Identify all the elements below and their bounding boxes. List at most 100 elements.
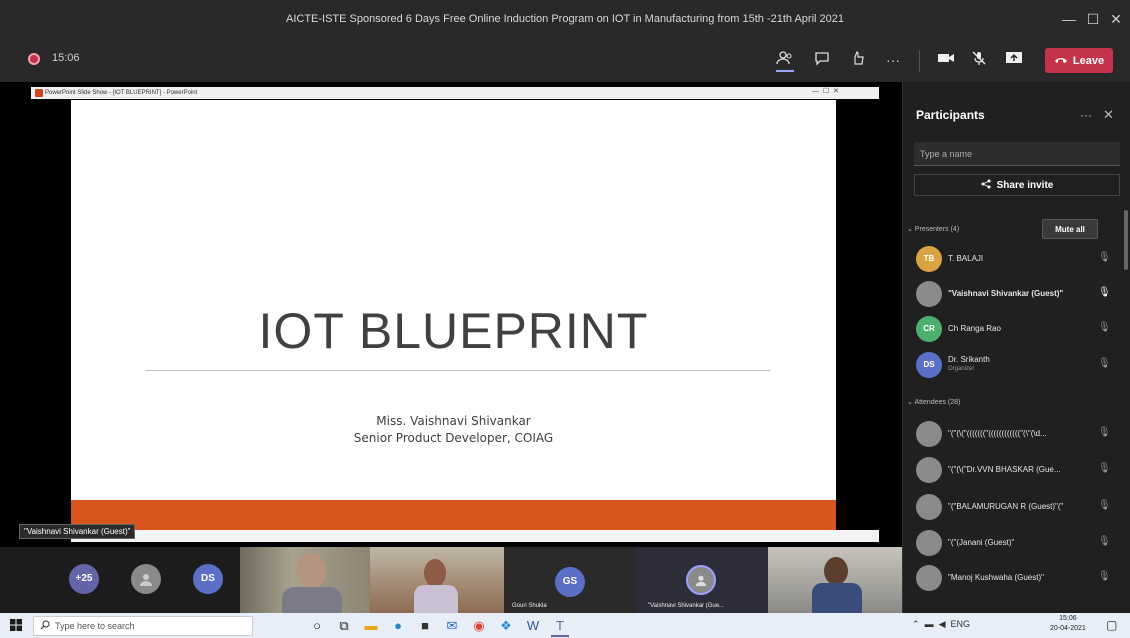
clock-time: 15:06 [1059, 615, 1077, 622]
attendees-header-label: Attendees (28) [914, 399, 961, 406]
maximize-button[interactable]: ☐ [1082, 8, 1104, 30]
edge-icon[interactable]: ● [389, 617, 407, 635]
taskbar-clock[interactable]: 15:06 20-04-2021 [1050, 614, 1086, 634]
avatar [916, 530, 942, 556]
chevron-down-icon: ⌄ [907, 226, 915, 233]
more-icon[interactable]: ··· [882, 50, 904, 70]
avatar [916, 281, 942, 307]
avatar: TB [916, 246, 942, 272]
participant-row[interactable]: "("(\("Dr.VVN BHASKAR (Gue... 🎙 [902, 455, 1122, 485]
participants-active-indicator [776, 70, 794, 72]
participant-row[interactable]: "("(\("((((((("(((((((((((("(\"(\d... 🎙 [902, 419, 1122, 449]
panel-more-button[interactable]: ··· [1080, 108, 1092, 122]
mail-icon[interactable]: ✉ [443, 617, 461, 635]
video-body [282, 587, 342, 613]
file-explorer-icon[interactable]: ▬ [362, 617, 380, 635]
word-icon[interactable]: W [524, 617, 542, 635]
title-bar: AICTE-ISTE Sponsored 6 Days Free Online … [0, 0, 1130, 38]
avatar [916, 494, 942, 520]
taskbar-search[interactable]: Type here to search [33, 616, 253, 636]
slide-footer-band [71, 500, 836, 530]
participant-row[interactable]: "Vaishnavi Shivankar (Guest)" 🎙 [902, 279, 1122, 309]
participant-name: "Vaishnavi Shivankar (Guest)" [948, 289, 1064, 298]
mic-off-icon: 🎙 [1098, 358, 1111, 369]
participant-row[interactable]: TB T. BALAJI 🎙 [902, 244, 1122, 274]
notification-icon[interactable]: ▢ [1106, 618, 1117, 632]
close-window-button[interactable]: ✕ [1105, 8, 1127, 30]
mic-off-icon[interactable] [968, 50, 990, 70]
presenter-name-tag: "Vaishnavi Shivankar (Guest)" [19, 524, 136, 539]
chat-icon[interactable] [811, 50, 833, 70]
participant-name: "("(Janani (Guest)" [948, 538, 1015, 547]
mic-off-icon: 🎙 [1098, 571, 1111, 582]
slide-presenter-name: Miss. Vaishnavi Shivankar [376, 414, 531, 428]
powerpoint-icon [35, 89, 43, 97]
participant-search-input[interactable] [914, 142, 1120, 166]
avatar [916, 565, 942, 591]
recording-icon [28, 53, 40, 65]
mic-off-icon: 🎙 [1098, 252, 1111, 263]
mic-off-icon: 🎙 [1098, 427, 1111, 438]
leave-button[interactable]: Leave [1045, 48, 1113, 73]
slide-presenter-role: Senior Product Developer, COIAG [353, 431, 554, 445]
mic-on-icon: 🎙 [1098, 287, 1111, 298]
participant-name: "Manoj Kushwaha (Guest)" [948, 573, 1044, 582]
minimize-button[interactable]: — [1058, 8, 1080, 30]
store-icon[interactable]: ■ [416, 617, 434, 635]
camera-icon[interactable] [935, 50, 957, 70]
video-body [414, 585, 458, 613]
mic-off-icon: 🎙 [1098, 322, 1111, 333]
mic-off-icon: 🎙 [1098, 500, 1111, 511]
participant-row[interactable]: CR Ch Ranga Rao 🎙 [902, 314, 1122, 344]
panel-title: Participants [916, 108, 985, 122]
app-icon[interactable]: ❖ [497, 617, 515, 635]
mic-off-icon: 🎙 [1098, 536, 1111, 547]
participants-icon[interactable] [774, 50, 796, 70]
network-icon: ▬ [924, 619, 934, 629]
attendees-section-header[interactable]: ⌄ Attendees (28) [907, 398, 960, 406]
participant-row[interactable]: "("BALAMURUGAN R (Guest)"(" 🎙 [902, 492, 1122, 522]
mute-all-button[interactable]: Mute all [1042, 219, 1098, 239]
video-face [424, 559, 446, 587]
share-invite-button[interactable]: Share invite [914, 174, 1120, 196]
search-icon [40, 620, 50, 632]
language-indicator: ENG [950, 619, 971, 629]
participant-name: Dr. Srikanth [948, 355, 990, 364]
slideshow-status-strip [71, 530, 879, 542]
avatar[interactable] [131, 564, 161, 594]
avatar [916, 457, 942, 483]
avatar-speaking [686, 565, 716, 595]
avatar: DS [916, 352, 942, 378]
system-tray[interactable]: ⌃ ▬ ◀ ENG [912, 619, 970, 630]
avatar: CR [916, 316, 942, 342]
active-app-indicator [551, 635, 569, 637]
teams-icon[interactable]: T [551, 617, 569, 635]
overflow-participants-badge[interactable]: +25 [69, 564, 99, 594]
participant-row[interactable]: "("(Janani (Guest)" 🎙 [902, 528, 1122, 558]
windows-start-icon[interactable] [10, 619, 22, 634]
powerpoint-window-title: PowerPoint Slide Show - [IOT BLUEPRINT] … [45, 90, 198, 96]
share-invite-label: Share invite [996, 179, 1054, 191]
chrome-icon[interactable]: ◉ [470, 617, 488, 635]
cortana-icon[interactable]: ○ [308, 617, 326, 635]
task-view-icon[interactable]: ⧉ [335, 617, 353, 635]
avatar [916, 421, 942, 447]
share-screen-icon[interactable] [1003, 50, 1025, 70]
panel-scrollbar[interactable] [1124, 210, 1128, 270]
video-tile-participant[interactable] [240, 547, 370, 613]
presenters-section-header[interactable]: ⌄ Presenters (4) [907, 225, 959, 233]
phone-icon [1054, 55, 1068, 67]
participant-row[interactable]: "Manoj Kushwaha (Guest)" 🎙 [902, 563, 1122, 593]
video-face [824, 557, 848, 585]
participant-role: Organizer [948, 366, 975, 372]
panel-close-button[interactable]: ✕ [1103, 107, 1114, 123]
video-tile-participant[interactable] [370, 547, 504, 613]
video-tile-participant[interactable] [768, 547, 902, 613]
reactions-icon[interactable] [847, 50, 869, 70]
participant-name: "("(\("Dr.VVN BHASKAR (Gue... [948, 465, 1061, 474]
avatar-ds[interactable]: DS [193, 564, 223, 594]
share-icon [981, 179, 991, 192]
presenters-header-label: Presenters (4) [914, 226, 960, 233]
participant-row[interactable]: DS Dr. Srikanth Organizer 🎙 [902, 350, 1122, 380]
slide-title: IOT BLUEPRINT [258, 303, 649, 359]
